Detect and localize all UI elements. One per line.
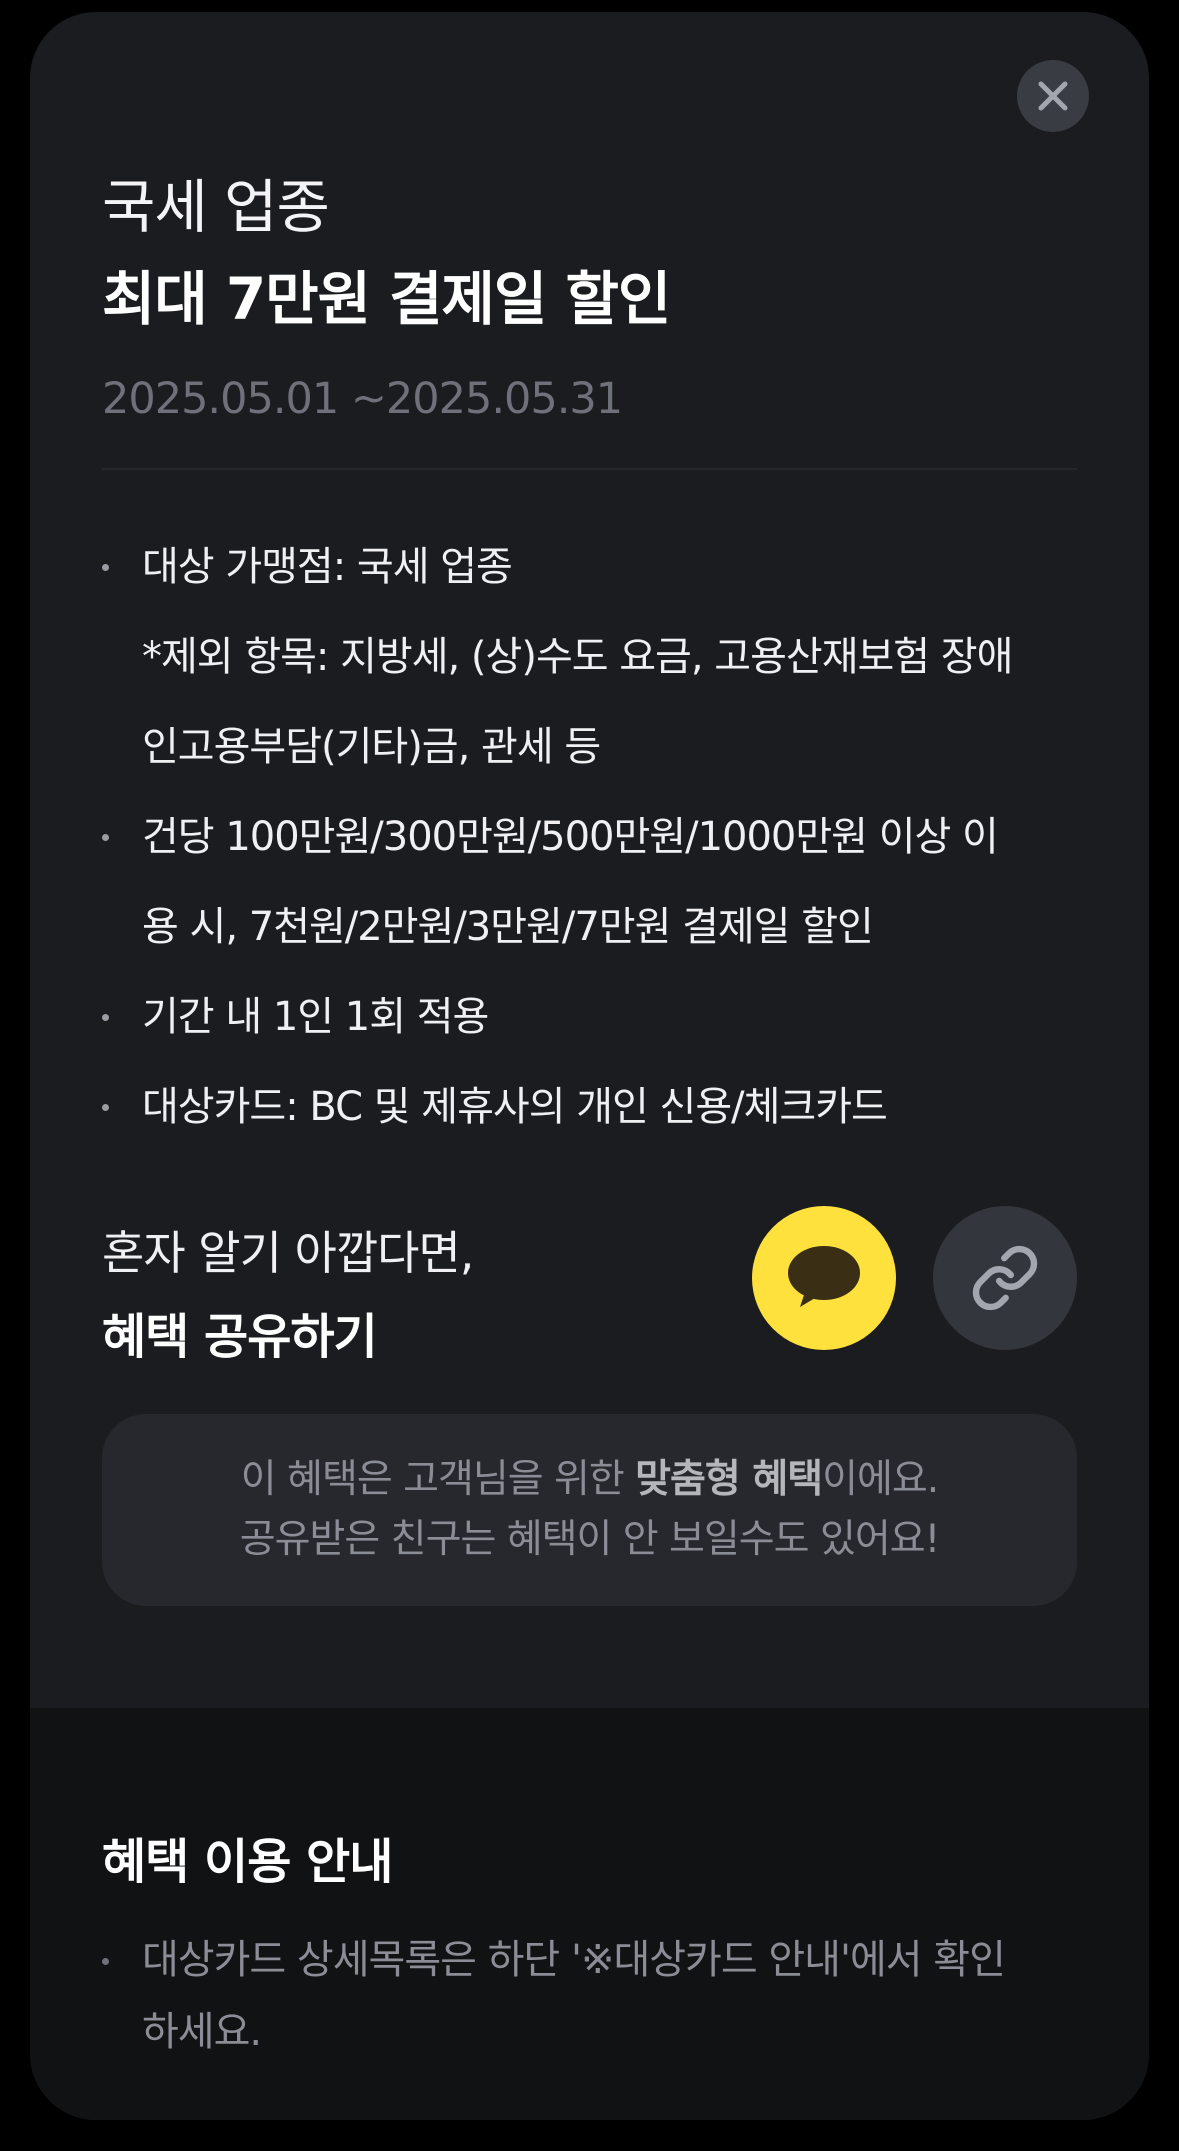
kakao-share-button[interactable] bbox=[752, 1206, 896, 1350]
benefit-detail-list: 대상 가맹점: 국세 업종 *제외 항목: 지방세, (상)수도 요금, 고용산… bbox=[102, 522, 1092, 1152]
usage-guide-section: 혜택 이용 안내 대상카드 상세목록은 하단 '※대상카드 안내'에서 확인 하… bbox=[30, 1708, 1149, 2120]
list-item-line: 건당 100만원/300만원/500만원/1000만원 이상 이 bbox=[142, 814, 999, 860]
bullet-dot bbox=[102, 1104, 109, 1111]
list-item: 기간 내 1인 1회 적용 bbox=[102, 972, 1092, 1062]
share-prompt: 혼자 알기 아깝다면, bbox=[102, 1226, 474, 1280]
list-item-line: 기간 내 1인 1회 적용 bbox=[142, 994, 489, 1040]
list-item-line: 대상 가맹점: 국세 업종 bbox=[142, 544, 513, 590]
benefit-period: 2025.05.01 ~2025.05.31 bbox=[102, 374, 623, 424]
list-item: 대상카드 상세목록은 하단 '※대상카드 안내'에서 확인 하세요. bbox=[102, 1924, 1092, 2068]
notice-line-1: 이 혜택은 고객님을 위한 맞춤형 혜택이에요. bbox=[240, 1450, 939, 1510]
bullet-dot bbox=[102, 1958, 109, 1965]
bullet-dot bbox=[102, 834, 109, 841]
kakao-chat-icon bbox=[788, 1246, 860, 1307]
list-item: 대상 가맹점: 국세 업종 *제외 항목: 지방세, (상)수도 요금, 고용산… bbox=[102, 522, 1092, 792]
benefit-category: 국세 업종 bbox=[102, 173, 330, 241]
list-item-line: 인고용부담(기타)금, 관세 등 bbox=[142, 724, 601, 770]
link-icon bbox=[972, 1245, 1038, 1311]
bullet-dot bbox=[102, 1014, 109, 1021]
close-button[interactable] bbox=[1017, 60, 1089, 132]
personalized-notice: 이 혜택은 고객님을 위한 맞춤형 혜택이에요. 공유받은 친구는 혜택이 안 … bbox=[102, 1414, 1077, 1606]
notice-emphasis: 맞춤형 혜택 bbox=[635, 1457, 823, 1502]
share-title: 혜택 공유하기 bbox=[102, 1309, 378, 1365]
list-item-line: 하세요. bbox=[142, 2009, 262, 2055]
list-item-line: 용 시, 7천원/2만원/3만원/7만원 결제일 할인 bbox=[142, 904, 874, 950]
benefit-detail-sheet: 국세 업종 최대 7만원 결제일 할인 2025.05.01 ~2025.05.… bbox=[30, 12, 1149, 2120]
usage-guide-title: 혜택 이용 안내 bbox=[102, 1834, 393, 1890]
divider bbox=[102, 468, 1077, 470]
close-icon bbox=[1038, 81, 1068, 111]
list-item: 건당 100만원/300만원/500만원/1000만원 이상 이 용 시, 7천… bbox=[102, 792, 1092, 972]
list-item-line: *제외 항목: 지방세, (상)수도 요금, 고용산재보험 장애 bbox=[142, 634, 1013, 680]
bullet-dot bbox=[102, 564, 109, 571]
notice-text: 이에요. bbox=[822, 1457, 939, 1502]
usage-guide-list: 대상카드 상세목록은 하단 '※대상카드 안내'에서 확인 하세요. bbox=[102, 1924, 1092, 2068]
list-item: 대상카드: BC 및 제휴사의 개인 신용/체크카드 bbox=[102, 1062, 1092, 1152]
notice-line-2: 공유받은 친구는 혜택이 안 보일수도 있어요! bbox=[239, 1517, 940, 1562]
list-item-line: 대상카드: BC 및 제휴사의 개인 신용/체크카드 bbox=[142, 1084, 888, 1130]
benefit-title: 최대 7만원 결제일 할인 bbox=[102, 265, 671, 333]
copy-link-button[interactable] bbox=[933, 1206, 1077, 1350]
notice-text: 이 혜택은 고객님을 위한 bbox=[240, 1457, 636, 1502]
list-item-line: 대상카드 상세목록은 하단 '※대상카드 안내'에서 확인 bbox=[142, 1937, 1006, 1983]
